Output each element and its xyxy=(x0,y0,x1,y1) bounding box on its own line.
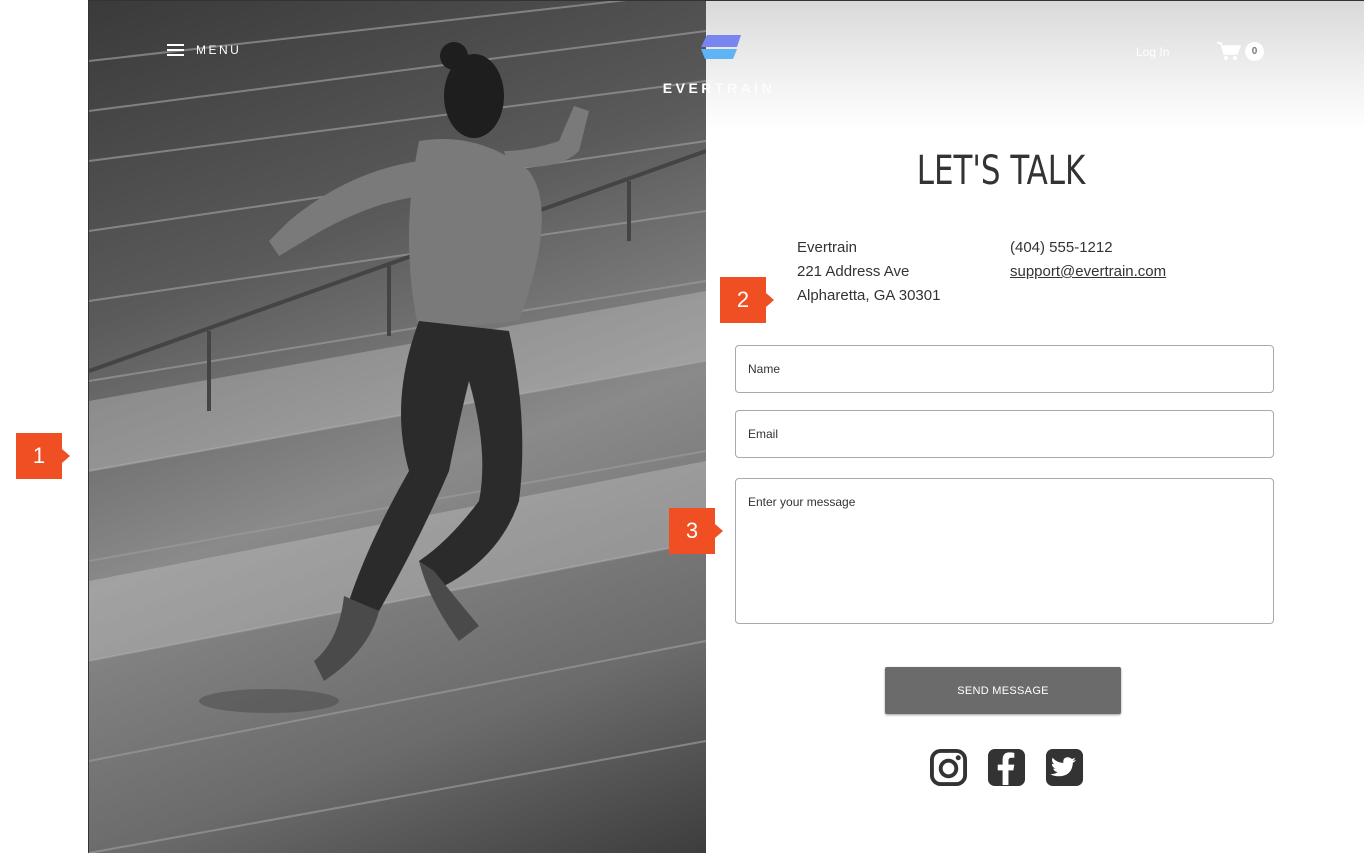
cart-button[interactable]: 0 xyxy=(1217,41,1264,61)
facebook-icon[interactable] xyxy=(987,748,1026,787)
cart-icon xyxy=(1217,42,1241,60)
support-email-link[interactable]: support@evertrain.com xyxy=(1010,263,1166,280)
phone-number: (404) 555-1212 xyxy=(1010,239,1113,256)
company-name: Evertrain xyxy=(797,239,858,256)
hero-photo xyxy=(89,1,706,853)
hero-illustration xyxy=(89,1,706,853)
annotation-marker-2: 2 xyxy=(720,277,774,323)
address-block: Evertrain 221 Address Ave Alpharetta, GA… xyxy=(797,236,940,308)
cart-count-badge: 0 xyxy=(1245,41,1264,61)
twitter-icon[interactable] xyxy=(1045,748,1084,787)
instagram-icon[interactable] xyxy=(929,748,968,787)
contact-block: (404) 555-1212 support@evertrain.com xyxy=(1010,236,1166,284)
city-address: Alpharetta, GA 30301 xyxy=(797,287,941,304)
message-textarea[interactable] xyxy=(735,478,1274,624)
page-title: LET'S TALK xyxy=(916,148,1086,194)
annotation-marker-1: 1 xyxy=(16,433,70,479)
annotation-marker-3: 3 xyxy=(669,508,723,554)
name-input[interactable] xyxy=(735,345,1274,393)
social-links xyxy=(929,748,1084,787)
menu-button[interactable]: MENU xyxy=(167,43,241,57)
logo-mark-icon xyxy=(701,35,741,59)
hamburger-icon xyxy=(167,44,184,56)
menu-label: MENU xyxy=(196,43,242,57)
street-address: 221 Address Ave xyxy=(797,263,910,280)
login-link[interactable]: Log In xyxy=(1136,45,1169,59)
send-message-button[interactable]: SEND MESSAGE xyxy=(885,667,1121,714)
brand-logo[interactable]: EVERTRAIN xyxy=(655,35,783,105)
brand-wordmark: EVERTRAIN xyxy=(662,80,776,96)
email-input[interactable] xyxy=(735,410,1274,458)
